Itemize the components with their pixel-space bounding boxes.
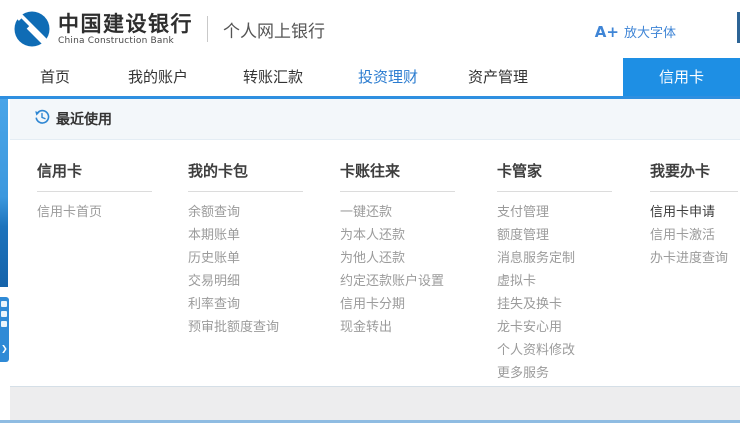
- nav-item-assets[interactable]: 资产管理: [468, 58, 528, 96]
- header-divider: [207, 16, 208, 42]
- menu-link-virtual-card[interactable]: 虚拟卡: [497, 270, 612, 293]
- menu-link-card-activation[interactable]: 信用卡激活: [650, 224, 738, 247]
- side-tab-glyph: [1, 311, 7, 317]
- menu-column-apply-card: 我要办卡 信用卡申请 信用卡激活 办卡进度查询: [650, 160, 738, 270]
- menu-link-payment-management[interactable]: 支付管理: [497, 201, 612, 224]
- menu-link-preapproved-limit[interactable]: 预审批额度查询: [188, 316, 303, 339]
- menu-link-card-installments[interactable]: 信用卡分期: [340, 293, 455, 316]
- menu-link-one-click-repay[interactable]: 一键还款: [340, 201, 455, 224]
- enlarge-font-button[interactable]: A+ 放大字体: [595, 22, 676, 41]
- menu-link-repay-account-setup[interactable]: 约定还款账户设置: [340, 270, 455, 293]
- bank-name-en: China Construction Bank: [58, 36, 193, 46]
- credit-card-mega-menu: 最近使用 信用卡 信用卡首页 我的卡包 余额查询 本期账单 历史账单 交易明细 …: [10, 99, 740, 386]
- column-title: 信用卡: [37, 160, 152, 192]
- enlarge-font-label: 放大字体: [624, 22, 676, 41]
- menu-link-current-statement[interactable]: 本期账单: [188, 224, 303, 247]
- portal-title: 个人网上银行: [223, 17, 325, 42]
- menu-link-limit-management[interactable]: 额度管理: [497, 224, 612, 247]
- menu-link-balance-inquiry[interactable]: 余额查询: [188, 201, 303, 224]
- side-panel-tab[interactable]: ❯: [0, 297, 9, 362]
- recently-used-label: 最近使用: [56, 109, 112, 129]
- column-title: 卡管家: [497, 160, 612, 192]
- menu-link-message-service[interactable]: 消息服务定制: [497, 247, 612, 270]
- menu-link-application-progress[interactable]: 办卡进度查询: [650, 247, 738, 270]
- column-title: 卡账往来: [340, 160, 455, 192]
- chevron-right-icon: ❯: [1, 345, 8, 353]
- side-tab-glyph: [1, 321, 7, 327]
- nav-item-accounts[interactable]: 我的账户: [128, 58, 188, 96]
- column-title: 我的卡包: [188, 160, 303, 192]
- ccb-logo-icon: [12, 9, 52, 49]
- history-clock-icon: [34, 109, 50, 129]
- menu-columns: 信用卡 信用卡首页 我的卡包 余额查询 本期账单 历史账单 交易明细 利率查询 …: [10, 140, 740, 385]
- menu-link-credit-card-home[interactable]: 信用卡首页: [37, 201, 152, 224]
- menu-footer-strip: [10, 386, 740, 420]
- nav-item-home[interactable]: 首页: [40, 58, 70, 96]
- nav-tab-credit-card-active[interactable]: 信用卡: [623, 58, 740, 96]
- brand: 中国建设银行 China Construction Bank: [58, 12, 193, 46]
- menu-column-my-cards: 我的卡包 余额查询 本期账单 历史账单 交易明细 利率查询 预审批额度查询: [188, 160, 303, 339]
- menu-column-card-transactions: 卡账往来 一键还款 为本人还款 为他人还款 约定还款账户设置 信用卡分期 现金转…: [340, 160, 455, 339]
- recently-used-bar: 最近使用: [10, 99, 740, 140]
- bottom-edge-line: [0, 420, 740, 423]
- menu-link-longcard-safe-use[interactable]: 龙卡安心用: [497, 316, 612, 339]
- menu-link-repay-self[interactable]: 为本人还款: [340, 224, 455, 247]
- menu-link-repay-others[interactable]: 为他人还款: [340, 247, 455, 270]
- menu-link-cash-transfer-out[interactable]: 现金转出: [340, 316, 455, 339]
- left-edge-stripe: [0, 99, 8, 287]
- menu-column-card-manager: 卡管家 支付管理 额度管理 消息服务定制 虚拟卡 挂失及换卡 龙卡安心用 个人资…: [497, 160, 612, 385]
- menu-link-transaction-details[interactable]: 交易明细: [188, 270, 303, 293]
- menu-link-history-statement[interactable]: 历史账单: [188, 247, 303, 270]
- nav-item-transfer[interactable]: 转账汇款: [243, 58, 303, 96]
- bank-name-cn: 中国建设银行: [58, 12, 193, 36]
- column-title: 我要办卡: [650, 160, 738, 192]
- header: 中国建设银行 China Construction Bank 个人网上银行 A+…: [0, 0, 740, 58]
- menu-link-card-application[interactable]: 信用卡申请: [650, 201, 738, 224]
- side-tab-glyph: [1, 301, 7, 307]
- ccb-personal-online-banking: 中国建设银行 China Construction Bank 个人网上银行 A+…: [0, 0, 740, 425]
- menu-column-credit-card: 信用卡 信用卡首页: [37, 160, 152, 224]
- menu-link-rate-inquiry[interactable]: 利率查询: [188, 293, 303, 316]
- menu-link-more-services[interactable]: 更多服务: [497, 362, 612, 385]
- nav-item-investment[interactable]: 投资理财: [358, 58, 418, 96]
- menu-link-loss-replace-card[interactable]: 挂失及换卡: [497, 293, 612, 316]
- main-nav: 首页 我的账户 转账汇款 投资理财 资产管理 信用卡: [0, 58, 740, 96]
- menu-link-profile-modify[interactable]: 个人资料修改: [497, 339, 612, 362]
- font-plus-icon: A+: [595, 23, 619, 41]
